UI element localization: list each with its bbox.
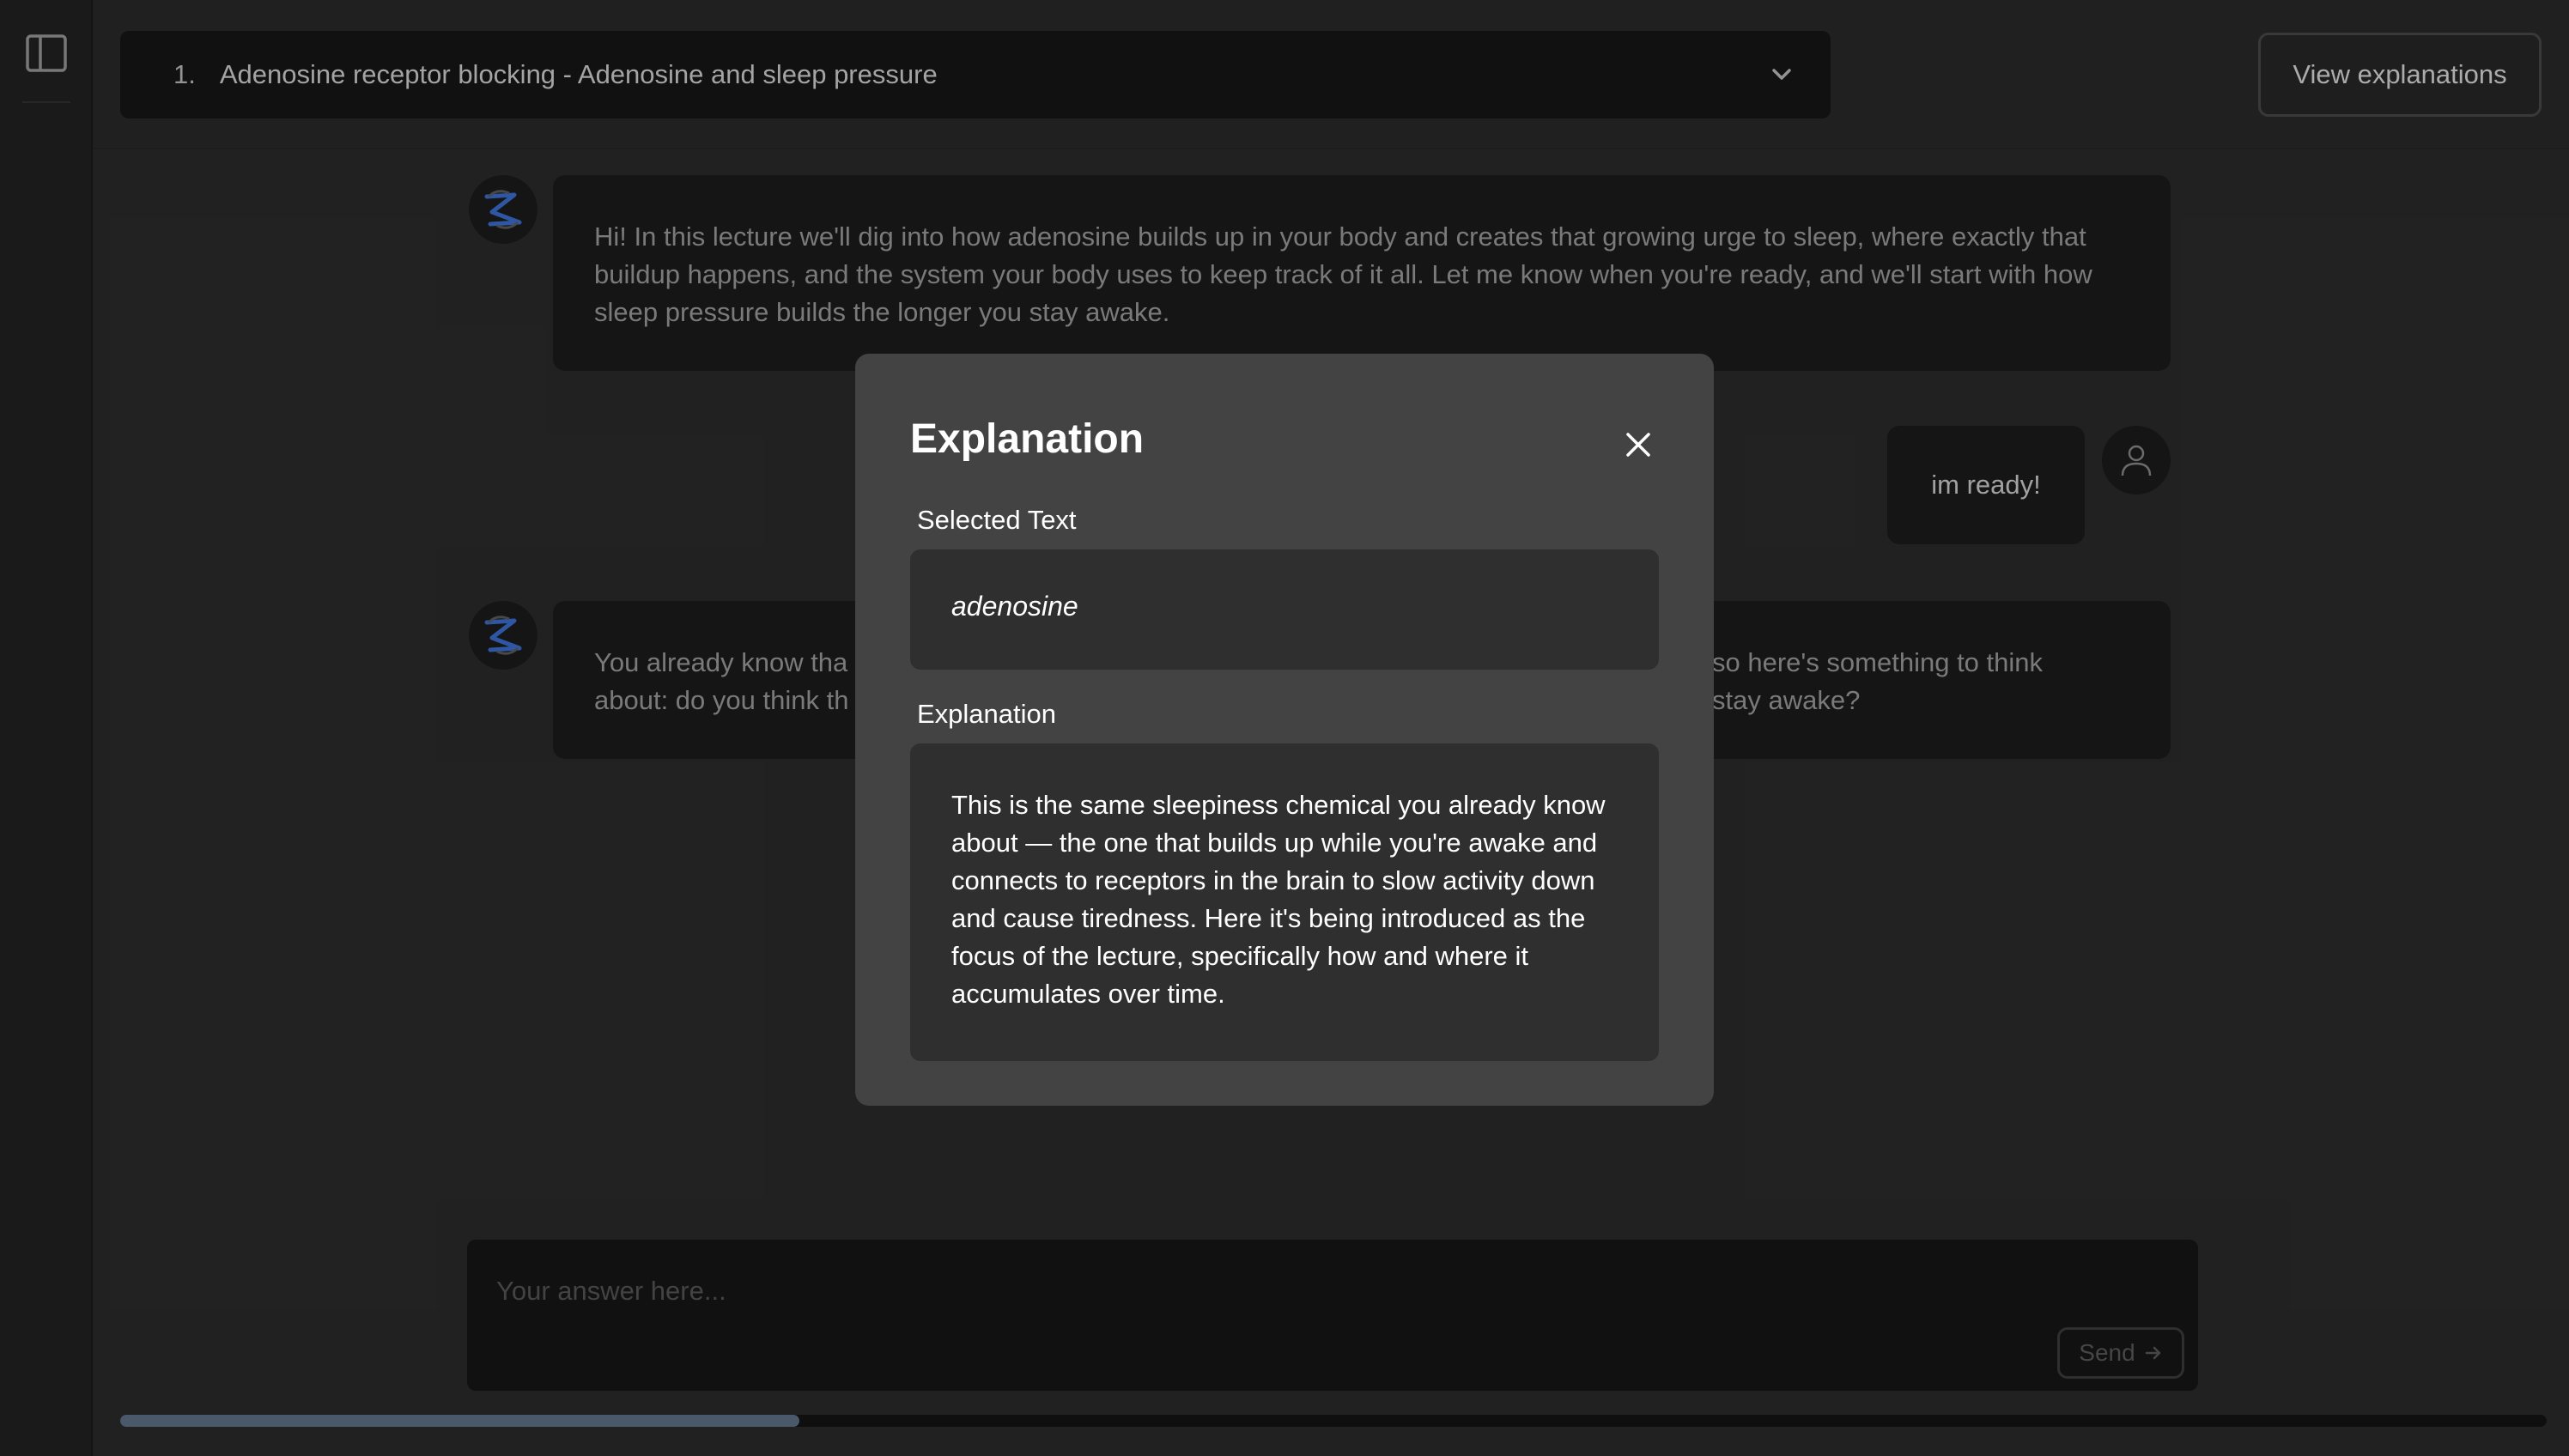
explanation-label: Explanation bbox=[917, 699, 1057, 729]
close-button[interactable] bbox=[1614, 421, 1662, 469]
selected-text-box: adenosine bbox=[910, 549, 1659, 670]
selected-text-label: Selected Text bbox=[917, 505, 1077, 535]
modal-title: Explanation bbox=[910, 416, 1145, 462]
selected-text-value: adenosine bbox=[951, 591, 1078, 622]
explanation-box: This is the same sleepiness chemical you… bbox=[910, 743, 1659, 1061]
explanation-text: This is the same sleepiness chemical you… bbox=[951, 790, 1606, 1009]
explanation-modal: Explanation Selected Text adenosine Expl… bbox=[855, 354, 1714, 1106]
close-icon bbox=[1626, 433, 1650, 457]
